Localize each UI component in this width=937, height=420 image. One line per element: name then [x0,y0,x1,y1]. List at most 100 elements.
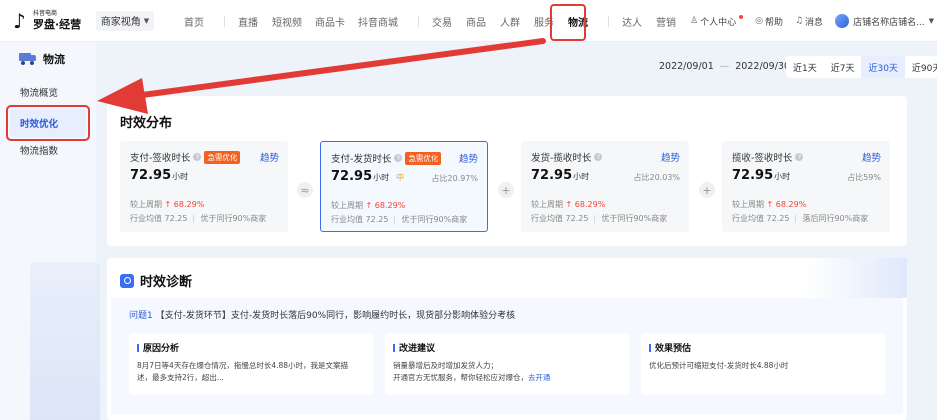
metric-name: 支付-发货时长 [331,154,392,165]
problem-number: 问题1 [129,311,153,321]
metric-card-ship-to-pickup[interactable]: 发货-揽收时长 ? 趋势 72.95 小时 占比20.03% 较上周期 ↑ 68.… [521,141,689,232]
metric-value: 72.95 [130,168,172,183]
quick-30-days[interactable]: 近30天 [861,56,905,78]
metric-card-pay-to-ship[interactable]: 支付-发货时长 ? 急需优化 趋势 72.95 小时中 占比20.97% 较上周期… [320,141,488,232]
peer-comparison: 落后同行90%商家 [802,214,869,223]
approx-equals-icon: ≈ [297,182,313,198]
nav-douyin-mall[interactable]: 抖音商城 [358,14,398,29]
diagnosis-title: 时效诊断 [140,275,193,290]
suggestion-line1: 销量暴增后及时增加发货人力； [393,361,498,370]
logo-subtitle: 抖音电商 [33,10,58,17]
compare-value: ↑ 68.29% [565,200,606,209]
metric-share: 占比59% [847,173,881,182]
caret-down-icon: ▼ [928,17,935,25]
metric-card-pay-to-sign[interactable]: 支付-签收时长 ? 急需优化 趋势 72.95 小时 较上周期 ↑ 68.29% … [120,141,288,232]
metric-card-pickup-to-sign[interactable]: 揽收-签收时长 ? 趋势 72.95 小时 占比59% 较上周期 ↑ 68.29%… [722,141,890,232]
nav-live[interactable]: 直播 [238,14,258,29]
help-label: 帮助 [764,17,783,28]
shop-switcher[interactable]: 店铺名称店铺名... ▼ [835,14,934,28]
header-decoration [807,258,907,298]
nav-trade[interactable]: 交易 [432,14,452,29]
metric-share: 占比20.97% [431,174,478,183]
messages-link[interactable]: ♫ 消息 [795,15,823,28]
plus-icon: + [498,182,514,198]
date-start: 2022/09/01 [659,61,714,72]
info-icon[interactable]: ? [394,154,403,162]
suggestion-title: 改进建议 [399,344,436,354]
distribution-title: 时效分布 [120,116,173,131]
peer-comparison: 优于同行90%商家 [601,214,668,223]
nav-home[interactable]: 首页 [184,14,204,29]
compare-value: ↑ 68.29% [766,200,807,209]
metric-value: 72.95 [732,168,774,183]
nav-short-video[interactable]: 短视频 [272,14,302,29]
trend-link[interactable]: 趋势 [862,150,881,164]
compare-label: 较上周期 [531,200,563,209]
industry-average: 行业均值 72.25 [732,214,790,223]
urgent-badge: 急需优化 [405,151,442,165]
nav-divider [418,15,419,27]
sidebar-item-logistics-overview[interactable]: 物流概览 [20,85,58,99]
compare-label: 较上周期 [331,201,363,210]
compare-label: 较上周期 [732,200,764,209]
bell-icon: ♫ [794,16,804,26]
industry-average: 行业均值 72.25 [130,214,188,223]
cause-text-line1: 8月7日等4天存在爆仓情况，拖慢总时长4.88小时，我是文案描 [137,361,349,370]
sidebar: 物流 物流概览 时效优化 物流指数 [0,42,100,420]
info-icon[interactable]: ? [193,153,202,161]
diagnosis-icon [120,273,134,288]
nav-divider [224,15,225,27]
problem-panel: 问题1 【支付-发货环节】支付-发货时长落后90%同行，影响履约时长，现货部分影… [111,298,903,414]
info-icon[interactable]: ? [795,153,804,161]
metric-unit: 小时 [774,172,791,181]
cause-title: 原因分析 [143,344,180,354]
estimate-title: 效果预估 [655,344,692,354]
date-filter-bar: 2022/09/01—2022/09/30 近1天 近7天 近30天 近90天 … [96,42,937,90]
industry-average: 行业均值 72.25 [531,214,589,223]
compare-label: 较上周期 [130,200,162,209]
nav-marketing[interactable]: 营销 [656,14,676,29]
sidebar-title-label: 物流 [43,53,65,66]
info-icon[interactable]: ? [594,153,603,161]
right-toolbar: ♙ 个人中心 ◎ 帮助 ♫ 消息 店铺名称店铺名... ▼ [690,0,934,42]
metric-name: 支付-签收时长 [130,153,191,164]
help-link[interactable]: ◎ 帮助 [755,15,783,28]
trend-link[interactable]: 趋势 [661,150,680,164]
view-selector-dropdown[interactable]: 商家视角 ▼ [96,10,154,31]
main-nav: 首页 直播 短视频 商品卡 抖音商城 交易 商品 人群 服务 物流 达人 营销 [184,0,676,42]
logo-title: 罗盘·经营 [33,18,82,31]
estimate-line1: 优化后预计可缩短支付-发货时长4.88小时 [649,361,789,370]
trend-link[interactable]: 趋势 [459,151,478,165]
quick-7-days[interactable]: 近7天 [824,56,862,78]
notification-dot [739,15,744,19]
date-range-picker[interactable]: 2022/09/01—2022/09/30 [659,61,790,72]
sidebar-item-logistics-index[interactable]: 物流指数 [20,143,58,157]
peer-comparison: 优于同行90%商家 [401,215,468,224]
metric-value: 72.95 [331,169,373,184]
nav-audience[interactable]: 人群 [500,14,520,29]
suggestion-line2: 开通官方无忧服务，帮你轻松应对爆仓， [393,373,528,382]
metric-unit: 小时 [172,172,189,181]
timeliness-diagnosis-card: 时效诊断 问题1 【支付-发货环节】支付-发货时长落后90%同行，影响履约时长，… [107,258,907,420]
douyin-logo-icon: ♪ [13,8,26,33]
user-center-label: 个人中心 [700,17,737,28]
quick-90-days[interactable]: 近90天 [905,56,937,78]
trend-link[interactable]: 趋势 [260,150,279,164]
user-center-link[interactable]: ♙ 个人中心 [690,15,744,28]
nav-goods[interactable]: 商品 [466,14,486,29]
logistics-nav-highlight-box [550,4,586,41]
compare-value: ↑ 68.29% [164,200,205,209]
view-selector-label: 商家视角 [100,17,141,28]
metric-unit: 小时 [573,172,590,181]
quick-1-day[interactable]: 近1天 [786,56,824,78]
app-logo[interactable]: ♪ 抖音电商 罗盘·经营 [12,10,88,32]
activate-link[interactable]: 去开通 [528,373,551,382]
caret-down-icon: ▼ [143,16,150,25]
improvement-suggestion-box: 改进建议 销量暴增后及时增加发货人力； 开通官方无忧服务，帮你轻松应对爆仓，去开通 [385,333,629,395]
nav-product-card[interactable]: 商品卡 [315,14,345,29]
nav-creators[interactable]: 达人 [622,14,642,29]
plus-icon: + [699,182,715,198]
compare-value: ↑ 68.29% [365,201,406,210]
metric-name: 发货-揽收时长 [531,153,592,164]
quick-date-options: 近1天 近7天 近30天 近90天 更多 [786,56,937,78]
